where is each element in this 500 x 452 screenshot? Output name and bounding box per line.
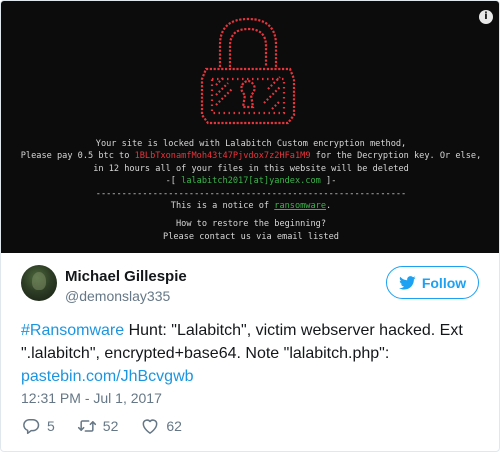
twitter-bird-icon <box>398 275 416 290</box>
heart-icon <box>142 419 158 434</box>
notice-separator: ----------------------------------------… <box>95 188 407 199</box>
author-handle[interactable]: @demonslay335 <box>65 288 170 304</box>
notice-line-email: -[ lalabitch2017[at]yandex.com ]- <box>1 175 499 187</box>
notice-line-deadline: in 12 hours all of your files in this we… <box>93 163 409 174</box>
notice-payment-suffix: for the Decryption key. Or else, <box>310 151 482 162</box>
notice-line-contact: Please contact us via email listed <box>163 231 339 242</box>
ascii-padlock-art <box>176 15 321 127</box>
contact-email: lalabitch2017[at]yandex.com <box>181 176 321 187</box>
follow-label: Follow <box>421 274 467 291</box>
retweet-icon <box>77 420 96 432</box>
notice-line-restore: How to restore the beginning? <box>175 219 327 230</box>
ransom-screenshot[interactable]: i Your site is locked with Lalabitch Cus… <box>1 1 499 253</box>
retweet-button[interactable]: 52 <box>77 416 119 436</box>
hashtag-link[interactable]: #Ransomware <box>21 322 124 339</box>
email-bracket-close: ]- <box>320 176 337 187</box>
tweet-timestamp[interactable]: 12:31 PM - Jul 1, 2017 <box>21 390 162 406</box>
notice-ransomware-suffix: . <box>326 201 332 212</box>
notice-line-payment: Please pay 0.5 btc to 1BLbTxonamfMoh43t4… <box>1 150 499 162</box>
reply-count: 5 <box>47 418 55 434</box>
info-icon[interactable]: i <box>479 10 493 24</box>
pastebin-link[interactable]: pastebin.com/JhBcvgwb <box>21 368 194 385</box>
tweet-actions: 5 52 62 <box>21 415 204 437</box>
avatar[interactable] <box>21 265 57 301</box>
ransom-notice-text: Your site is locked with Lalabitch Custo… <box>1 138 499 243</box>
reply-icon <box>23 419 40 435</box>
notice-line-ransomware: This is a notice of ransomware. <box>1 200 499 212</box>
notice-line-locked: Your site is locked with Lalabitch Custo… <box>95 139 407 149</box>
notice-payment-prefix: Please pay 0.5 btc to <box>20 151 135 162</box>
tweet-card: i Your site is locked with Lalabitch Cus… <box>0 0 500 452</box>
notice-ransomware-prefix: This is a notice of <box>170 201 275 212</box>
like-button[interactable]: 62 <box>140 416 182 436</box>
tweet-text: #Ransomware Hunt: "Lalabitch", victim we… <box>21 319 485 388</box>
retweet-count: 52 <box>102 418 119 434</box>
author-name[interactable]: Michael Gillespie <box>65 268 187 285</box>
follow-button[interactable]: Follow <box>386 266 479 299</box>
reply-button[interactable]: 5 <box>21 416 55 436</box>
like-count: 62 <box>166 418 182 434</box>
ransomware-word: ransomware <box>274 201 327 212</box>
btc-address: 1BLbTxonamfMoh43t47Pjvdox7z2HFa1M9 <box>134 151 311 162</box>
email-bracket-open: -[ <box>165 176 182 187</box>
